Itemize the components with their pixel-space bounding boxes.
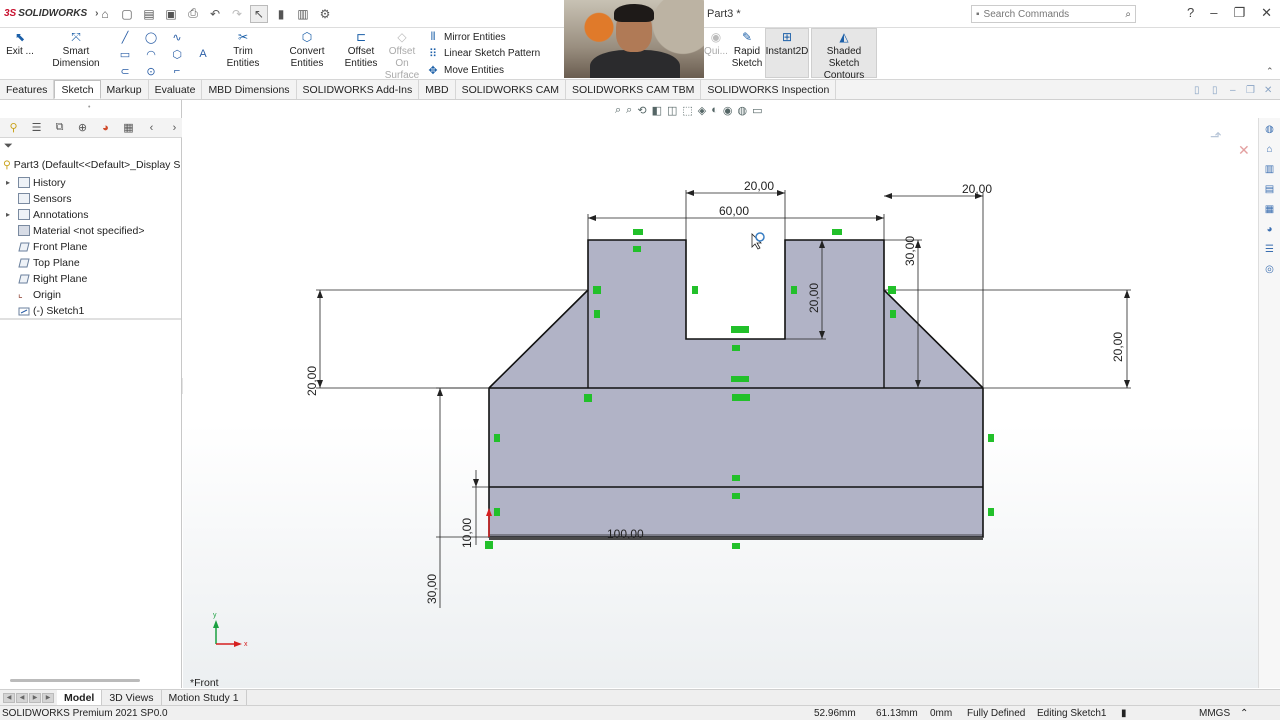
first-tab-icon[interactable]: ◀ [3, 692, 15, 703]
dim-base-small[interactable]: 10,00 [460, 518, 474, 548]
view-orientation-label: *Front [190, 677, 219, 689]
status-x-coord: 52.96mm [814, 708, 856, 719]
sketch-slot-inner [687, 241, 784, 338]
dim-base-width[interactable]: 100,00 [607, 527, 644, 541]
status-product: SOLIDWORKS Premium 2021 SP0.0 [2, 708, 168, 719]
last-tab-icon[interactable]: ▶ [42, 692, 54, 703]
dim-right-top[interactable]: 20,00 [962, 182, 992, 196]
next-tab-icon[interactable]: ▶ [29, 692, 41, 703]
dim-base-total[interactable]: 30,00 [425, 574, 439, 604]
prev-tab-icon[interactable]: ◀ [16, 692, 28, 703]
tab-model[interactable]: Model [57, 690, 103, 705]
dim-left-height[interactable]: 20,00 [305, 366, 319, 396]
dim-right-height-30[interactable]: 30,00 [903, 236, 917, 266]
status-z-coord: 0mm [930, 708, 953, 719]
status-y-coord: 61.13mm [876, 708, 918, 719]
model-tabs-bar: ◀ ◀ ▶ ▶ Model 3D Views Motion Study 1 [0, 689, 1280, 705]
coordinate-triad: x y [213, 612, 248, 648]
status-sketch-state: Fully Defined [967, 708, 1026, 719]
status-units[interactable]: MMGS [1199, 708, 1230, 719]
dim-slot-depth[interactable]: 20,00 [807, 283, 821, 313]
dim-top-width[interactable]: 60,00 [719, 204, 749, 218]
status-bar: SOLIDWORKS Premium 2021 SP0.0 52.96mm 61… [0, 705, 1280, 720]
tab-nav-arrows: ◀ ◀ ▶ ▶ [3, 692, 57, 703]
tab-3d-views[interactable]: 3D Views [102, 690, 162, 705]
status-editing: Editing Sketch1 [1037, 708, 1107, 719]
dim-right-height[interactable]: 20,00 [1111, 332, 1125, 362]
svg-text:y: y [213, 612, 217, 619]
sketch-drawing: 20,00 60,00 20,00 30,00 20,00 20,00 20,0… [213, 179, 1131, 648]
rebuild-status-icon[interactable]: ▮ [1121, 708, 1127, 719]
units-dropdown-icon[interactable]: ⌃ [1240, 708, 1248, 719]
tab-motion-study-1[interactable]: Motion Study 1 [162, 690, 247, 705]
dim-top-slot-width[interactable]: 20,00 [744, 179, 774, 193]
svg-text:x: x [244, 641, 248, 648]
